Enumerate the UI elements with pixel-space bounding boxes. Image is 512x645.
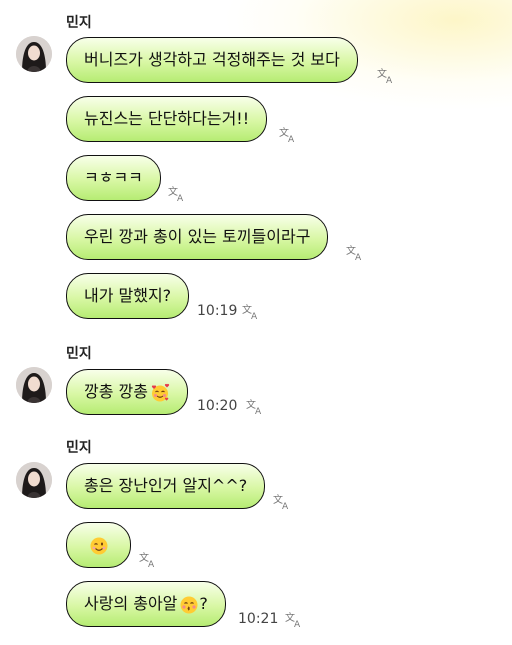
svg-text:A: A (355, 253, 362, 261)
message-text: 깡총 깡총 (84, 382, 148, 401)
svg-text:A: A (148, 560, 155, 568)
svg-text:A: A (294, 620, 301, 628)
translate-icon[interactable]: 文A (241, 302, 261, 320)
message-bubble[interactable]: 총은 장난인거 알지^^? (66, 463, 266, 509)
svg-text:A: A (288, 135, 295, 143)
smiling-face-with-hearts-icon (150, 383, 170, 403)
message-bubble[interactable]: 버니즈가 생각하고 걱정해주는 것 보다 (66, 37, 358, 83)
svg-text:A: A (386, 76, 393, 84)
message-text: 사랑의 총아알 (84, 594, 178, 613)
message-text: ? (199, 594, 208, 613)
message-timestamp: 10:19 (197, 303, 238, 319)
sender-name: 민지 (66, 440, 92, 456)
message-timestamp: 10:20 (197, 398, 238, 414)
svg-text:A: A (251, 312, 258, 320)
message-bubble[interactable]: ㅋㅎㅋㅋ (66, 155, 161, 201)
sender-name: 민지 (66, 346, 92, 362)
translate-icon[interactable]: 文A (272, 492, 292, 510)
message-bubble[interactable]: 깡총 깡총 (66, 369, 188, 415)
translate-icon[interactable]: 文A (376, 66, 396, 84)
sender-name: 민지 (66, 15, 92, 31)
message-bubble[interactable]: 뉴진스는 단단하다는거!! (66, 96, 268, 142)
svg-text:A: A (282, 502, 289, 510)
sender-avatar[interactable] (16, 367, 52, 403)
translate-icon[interactable]: 文A (138, 550, 158, 568)
svg-text:A: A (177, 194, 184, 202)
message-bubble[interactable]: 우린 깡과 총이 있는 토끼들이라구 (66, 214, 329, 260)
message-bubble[interactable]: 사랑의 총아알 ? (66, 581, 226, 627)
kissing-face-icon (179, 595, 199, 615)
translate-icon[interactable]: 文A (278, 125, 298, 143)
translate-icon[interactable]: 文A (284, 610, 304, 628)
message-bubble[interactable]: 내가 말했지? (66, 273, 190, 319)
message-bubble[interactable] (66, 522, 131, 568)
sender-avatar[interactable] (16, 36, 52, 72)
message-timestamp: 10:21 (238, 611, 279, 627)
sender-avatar[interactable] (16, 462, 52, 498)
translate-icon[interactable]: 文A (245, 397, 265, 415)
winking-face-icon (89, 536, 109, 556)
translate-icon[interactable]: 文A (167, 184, 187, 202)
svg-text:A: A (255, 407, 262, 415)
translate-icon[interactable]: 文A (345, 243, 365, 261)
